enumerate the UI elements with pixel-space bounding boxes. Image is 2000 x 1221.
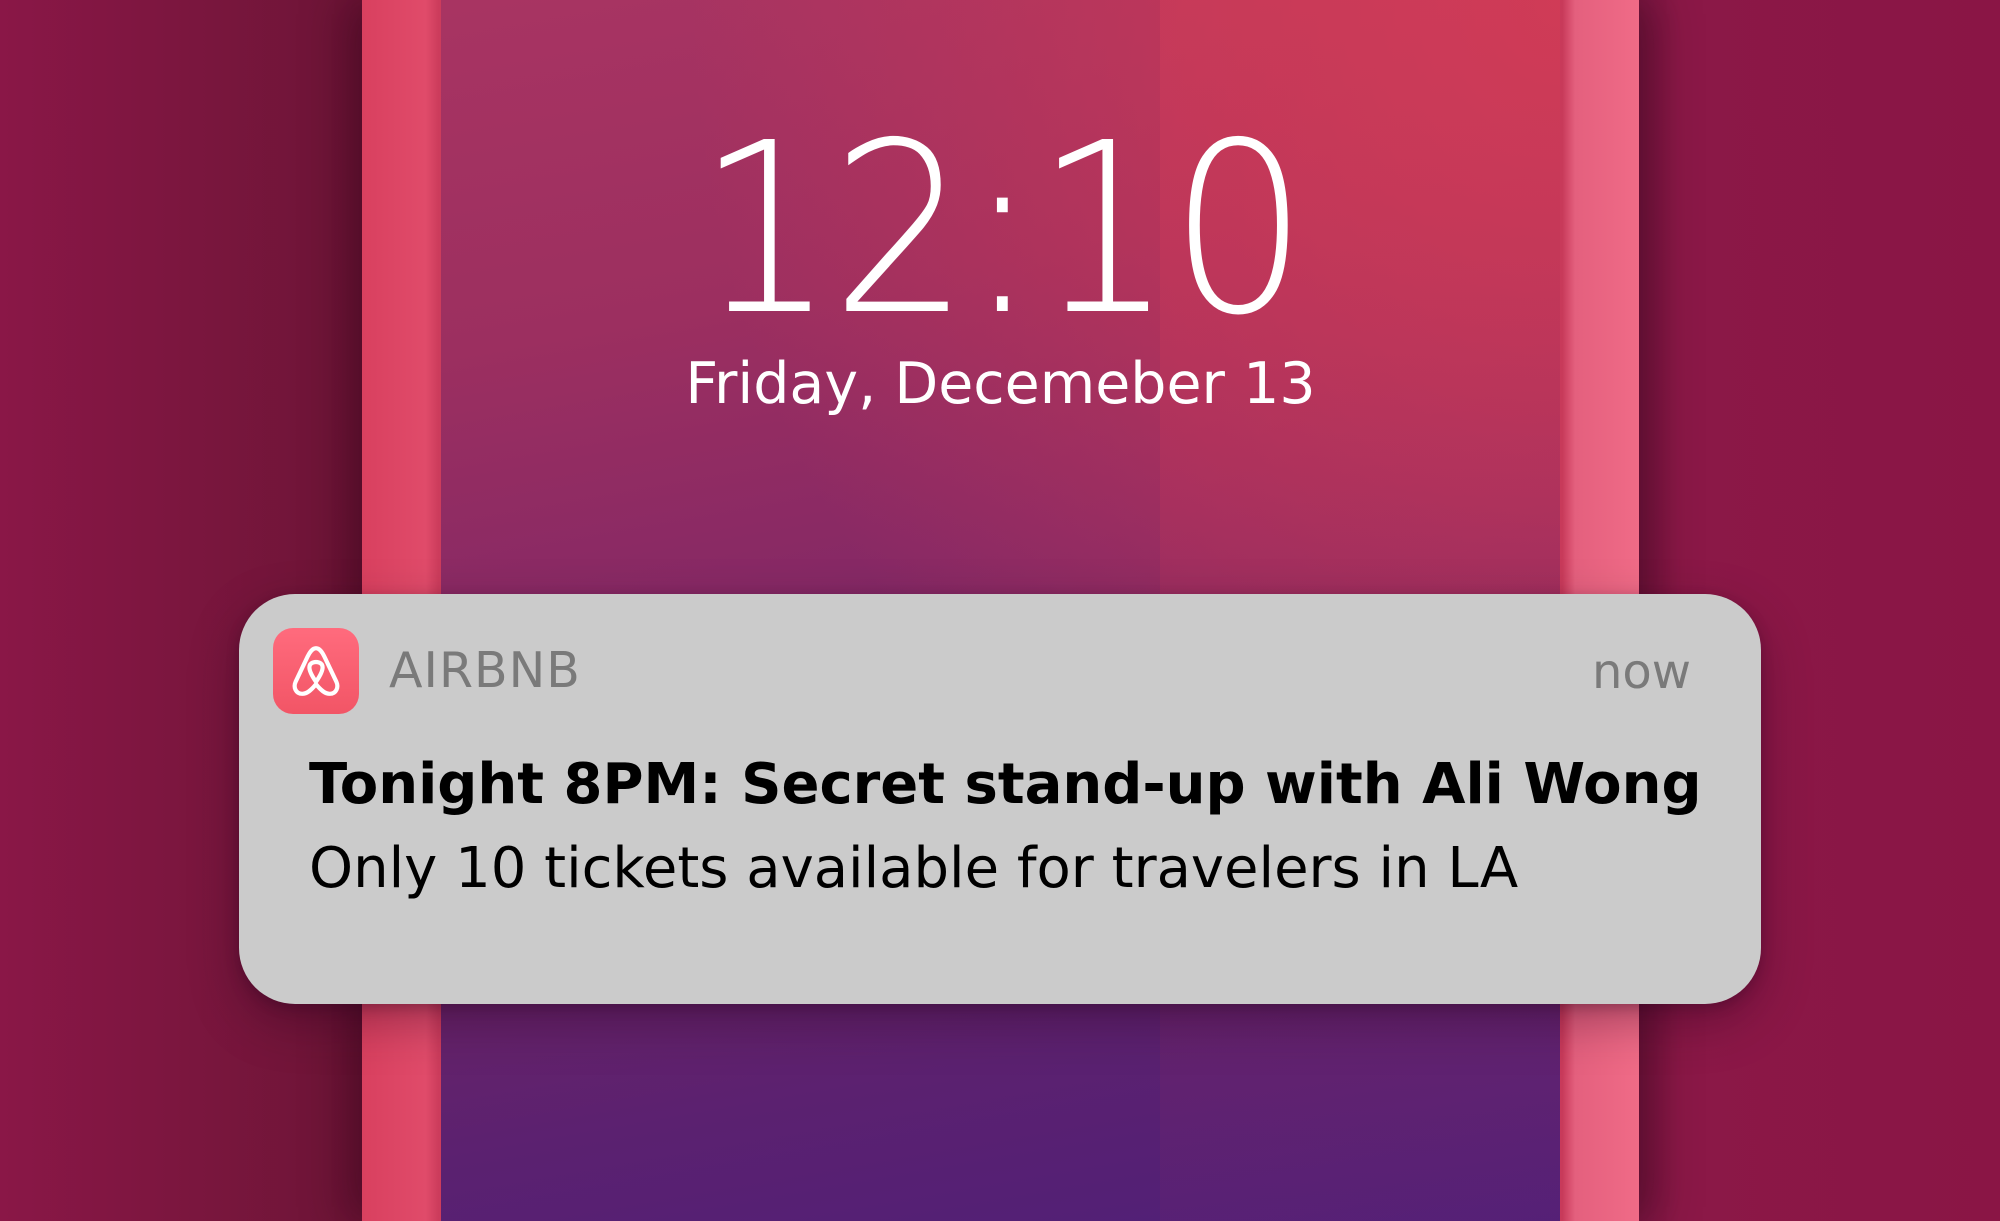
lock-screen-date: Friday, Decemeber 13: [685, 351, 1316, 417]
lock-screen-clock: 12:10: [696, 92, 1308, 367]
airbnb-logo-icon: [273, 628, 359, 714]
notification-timestamp: now: [1591, 644, 1691, 700]
notification-title: Tonight 8PM: Secret stand-up with Ali Wo…: [309, 752, 1702, 817]
lock-screen-scene: 12:10 Friday, Decemeber 13 AIRBNB now To…: [0, 0, 2000, 1221]
notification-card[interactable]: AIRBNB now Tonight 8PM: Secret stand-up …: [239, 594, 1761, 1004]
notification-app-name: AIRBNB: [389, 642, 581, 699]
notification-body: Only 10 tickets available for travelers …: [309, 836, 1519, 901]
airbnb-belo-icon: [292, 646, 340, 696]
